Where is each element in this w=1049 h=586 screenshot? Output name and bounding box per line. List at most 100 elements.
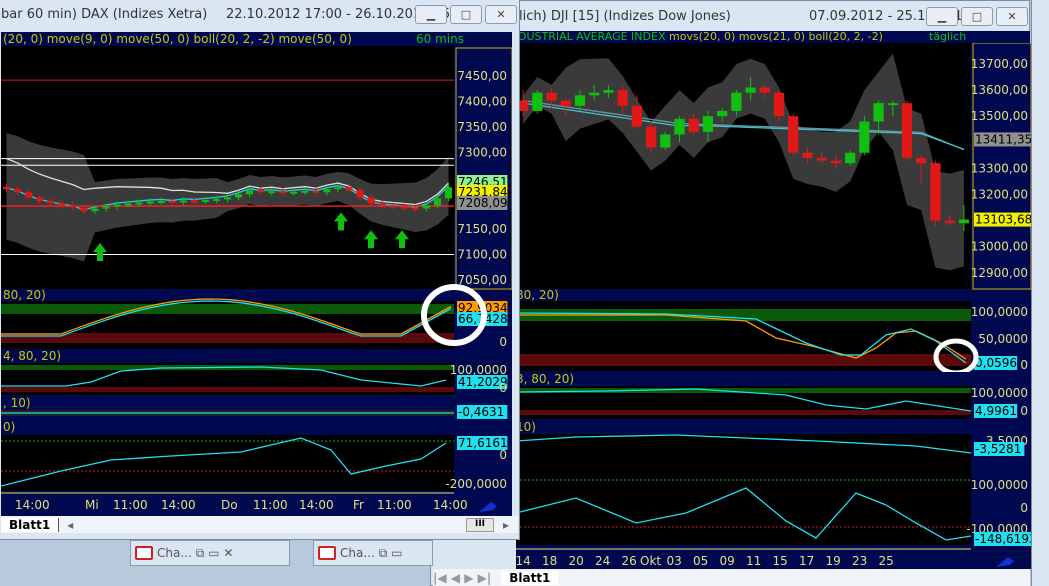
minimize-button[interactable]: ▁ — [926, 7, 958, 26]
dax-chart-window[interactable]: bar 60 min) DAX (Indizes Xetra) 22.10.20… — [0, 0, 520, 540]
scroll-left-arrow[interactable]: ◂ — [67, 518, 73, 532]
candle — [802, 152, 813, 158]
candle — [135, 202, 143, 205]
candle — [124, 203, 132, 206]
osc3-header — [1, 396, 454, 410]
dax-sheet-tabs: Blatt1 ◂ III ▸ — [1, 516, 518, 533]
candle — [212, 198, 220, 201]
horizontal-scrollbar-thumb[interactable]: III — [466, 517, 494, 532]
time-tick-label: 26 — [622, 554, 637, 568]
osc2-tick: 0 — [1020, 404, 1028, 418]
current-price-label: 7208,09 — [458, 196, 508, 210]
price-tick-label: 7350,00 — [457, 120, 507, 134]
dax-title-bar[interactable]: bar 60 min) DAX (Indizes Xetra) 22.10.20… — [0, 0, 519, 29]
osc3-label: , 10) — [3, 396, 31, 410]
dji-window-title: lich) DJI [15] (Indizes Dow Jones) — [519, 8, 731, 24]
candle — [345, 187, 353, 191]
candle — [645, 126, 657, 148]
osc4-panel — [516, 461, 971, 545]
candle — [788, 116, 799, 153]
candle — [717, 110, 728, 117]
time-tick-label: 14:00 — [433, 498, 468, 512]
time-tick-label: 11:00 — [377, 498, 412, 512]
indicator-list: movs(20, 0) movs(21, 0) boll(20, 2, -2) — [665, 31, 883, 43]
minimize-button[interactable]: ▁ — [415, 5, 447, 24]
dji-title-bar[interactable]: lich) DJI [15] (Indizes Dow Jones) 07.09… — [431, 1, 1029, 31]
time-tick-label: 03 — [667, 554, 682, 568]
candle — [958, 219, 969, 224]
candle — [91, 208, 99, 212]
candle — [816, 157, 827, 161]
osc3-header — [516, 420, 971, 434]
dax-chart-area[interactable]: 7450,00 7400,00 7350,00 7300,00 7150,00 7100,… — [1, 46, 512, 516]
candle — [631, 105, 642, 127]
close-button[interactable]: ✕ — [485, 5, 517, 24]
task-label: Cha... — [340, 546, 375, 560]
osc2-tick: 0 — [499, 381, 507, 395]
candle — [356, 190, 364, 198]
price-tick-label: 13600,00 — [971, 83, 1028, 97]
time-tick-label: 14:00 — [161, 498, 196, 512]
dji-sheet-tabs: |◀ ◀ ▶ ▶| Blatt1 — [433, 569, 1030, 586]
background-window-edge[interactable] — [1031, 0, 1049, 586]
time-tick-label: 14:00 — [299, 498, 334, 512]
osc4-value: -148,6193 — [975, 532, 1031, 546]
candle — [334, 187, 342, 190]
candle — [859, 121, 870, 153]
candle — [422, 205, 430, 209]
osc1-label: 80, 20) — [3, 288, 46, 302]
time-tick-label: 24 — [595, 554, 610, 568]
candle — [411, 207, 419, 210]
maximize-button[interactable]: □ — [450, 5, 482, 24]
candle — [887, 103, 898, 106]
candle — [47, 200, 55, 204]
candle — [845, 152, 856, 164]
time-tick-label: 05 — [693, 554, 708, 568]
osc1-value: 0,0596 — [975, 356, 1017, 370]
task-label: Cha... — [157, 546, 192, 560]
osc4-tick: 0 — [499, 448, 507, 462]
candle — [223, 197, 232, 200]
candle — [433, 198, 441, 206]
minimized-chart-window-2[interactable]: Cha... ⧉ ▭ — [313, 540, 433, 566]
candle — [916, 157, 927, 164]
candle — [930, 163, 941, 221]
osc1-tick: 100,0000 — [971, 305, 1028, 319]
sheet-tab-blatt1[interactable]: Blatt1 — [1, 517, 60, 532]
candle — [69, 205, 77, 208]
overbought-zone — [1, 304, 454, 314]
time-tick-label: 15 — [773, 554, 788, 568]
sheet-tab-blatt1[interactable]: Blatt1 — [501, 570, 559, 585]
current-price-label: 13103,68 — [975, 213, 1031, 227]
osc2-label: 4, 80, 20) — [3, 349, 61, 363]
maximize-button[interactable]: □ — [961, 7, 993, 26]
osc4-panel — [1, 435, 454, 491]
candle — [168, 200, 176, 203]
minimized-chart-window-1[interactable]: Cha... ⧉ ▭ ✕ — [130, 540, 290, 566]
time-tick-label: 25 — [879, 554, 894, 568]
candle — [179, 200, 187, 203]
time-tick-label: 09 — [720, 554, 735, 568]
osc2-label: 3, 80, 20) — [516, 372, 574, 386]
candle — [14, 189, 22, 193]
osc1-tick: 0 — [499, 335, 507, 349]
candle — [444, 187, 452, 199]
tab-nav-arrows[interactable]: |◀ ◀ ▶ ▶| — [433, 571, 491, 585]
osc3-value: -0,4631 — [458, 405, 504, 419]
candle — [901, 103, 913, 158]
candle — [745, 87, 756, 93]
candle — [702, 116, 714, 132]
candle — [3, 186, 11, 190]
oversold-zone — [516, 354, 971, 366]
time-tick-label: Okt — [640, 554, 661, 568]
time-tick-label: 11:00 — [113, 498, 148, 512]
dji-chart-area[interactable]: 13700,00 13600,00 13500,00 13300,00 13200,00… — [516, 43, 1031, 569]
close-button[interactable]: ✕ — [996, 7, 1028, 26]
candle — [36, 197, 44, 201]
candle — [830, 160, 842, 164]
osc2-tick: 100,0000 — [971, 386, 1028, 400]
osc2-header — [1, 349, 454, 363]
dji-chart-window[interactable]: lich) DJI [15] (Indizes Dow Jones) 07.09… — [430, 0, 1031, 586]
scroll-right-arrow[interactable]: ▸ — [503, 518, 509, 532]
candle — [146, 201, 154, 204]
